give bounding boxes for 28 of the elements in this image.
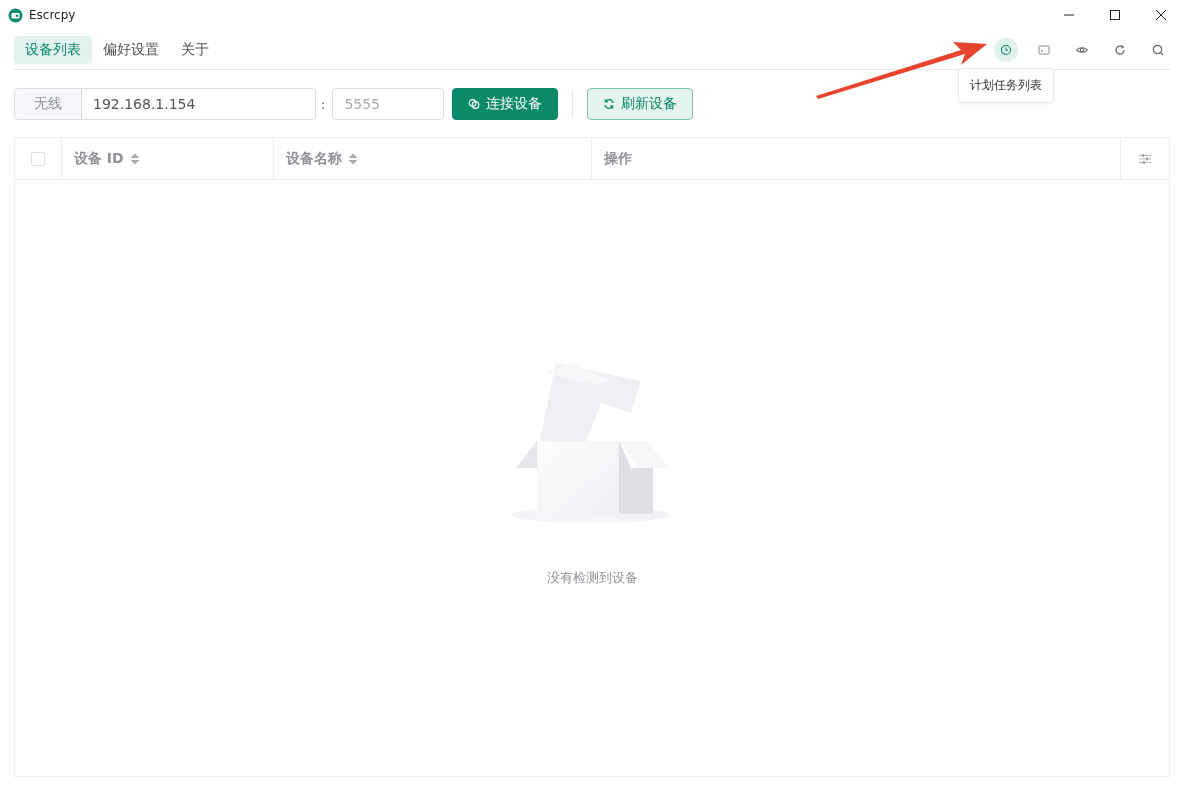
select-all-checkbox[interactable] (31, 151, 45, 166)
column-header[interactable]: 设备 ID (74, 149, 124, 168)
column-header: 操作 (604, 149, 632, 168)
empty-state-text: 没有检测到设备 (546, 569, 638, 587)
search-icon (1152, 43, 1164, 56)
connect-button[interactable]: 连接设备 (452, 88, 559, 120)
port-separator: : (321, 96, 326, 112)
refresh-icon (603, 98, 616, 110)
refresh-icon (1114, 43, 1126, 56)
app-logo-icon (8, 7, 23, 23)
toolbar-icon-button[interactable] (994, 37, 1018, 62)
window-title: Escrcpy (29, 8, 76, 22)
sort-icon (348, 152, 358, 165)
nav-tab[interactable]: 设备列表 (14, 35, 92, 64)
sort-icon (129, 152, 140, 165)
tooltip: 计划任务列表 (958, 68, 1054, 103)
nav-tab[interactable]: 偏好设置 (92, 35, 170, 64)
close-icon[interactable] (1155, 9, 1167, 21)
link-icon (468, 98, 481, 110)
column-header[interactable]: 设备名称 (286, 149, 342, 168)
clock-icon (1000, 43, 1012, 56)
terminal-icon (1038, 43, 1050, 56)
column-settings-icon[interactable] (1139, 152, 1151, 165)
refresh-button[interactable]: 刷新设备 (587, 88, 694, 120)
host-input-field[interactable]: 无线 192.168.1.154 (14, 88, 316, 120)
maximize-icon[interactable] (1109, 9, 1121, 21)
port-input-field[interactable]: 5555 (332, 88, 445, 120)
nav-tab[interactable]: 关于 (170, 35, 220, 64)
